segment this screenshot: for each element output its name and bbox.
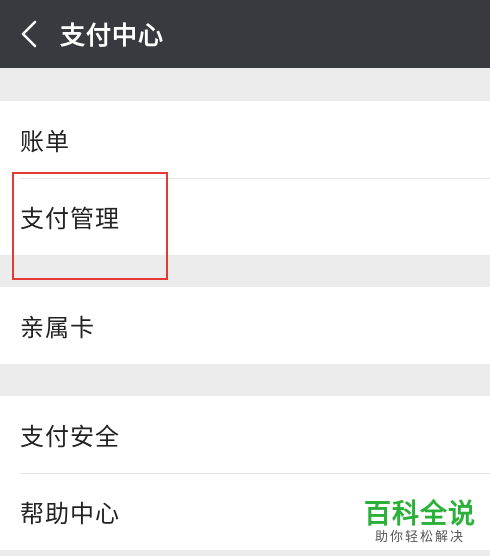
menu-group-1: 账单 支付管理 [0,101,490,255]
menu-item-label: 帮助中心 [20,500,120,528]
page-title: 支付中心 [60,21,165,50]
chevron-left-icon [21,20,37,48]
watermark-main-text: 百科全说 [364,499,476,530]
watermark-logo: 百科全说 助你轻松解决 [364,500,476,546]
title-bar: 支付中心 [0,0,490,68]
menu-item-payment-security[interactable]: 支付安全 [0,396,490,473]
menu-group-2: 亲属卡 [0,287,490,364]
menu-item-label: 支付管理 [20,205,120,233]
menu-item-label: 账单 [20,128,70,156]
back-button[interactable] [0,0,58,68]
menu-item-label: 亲属卡 [20,314,95,342]
menu-item-payment-management[interactable]: 支付管理 [0,178,490,255]
menu-item-label: 支付安全 [20,423,120,451]
menu-item-bill[interactable]: 账单 [0,101,490,178]
menu-item-family-card[interactable]: 亲属卡 [0,287,490,364]
watermark-sub-text: 助你轻松解决 [374,530,465,545]
